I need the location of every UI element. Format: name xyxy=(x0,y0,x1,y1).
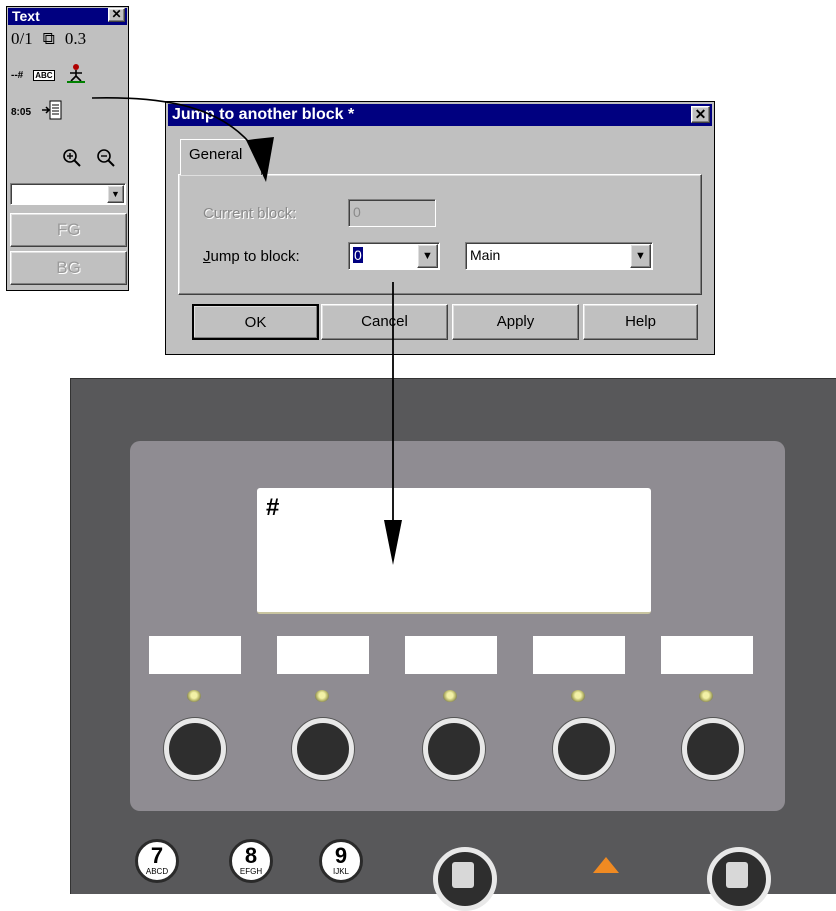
operator-panel-device: # 7 ABCD 8 EFGH 9 IJKL xyxy=(70,378,836,911)
key-8[interactable]: 8 EFGH xyxy=(229,839,273,883)
block-name-combo[interactable]: Main ▼ xyxy=(465,242,653,270)
fg-color-button[interactable]: FG xyxy=(10,213,127,247)
key-9-digit: 9 xyxy=(334,843,348,868)
jump-block-tool-icon[interactable] xyxy=(41,99,63,126)
softkey-label-2 xyxy=(277,636,369,674)
dropdown-arrow-icon[interactable]: ▼ xyxy=(107,185,124,203)
current-block-value: 0 xyxy=(353,204,361,220)
alarm-key[interactable] xyxy=(433,847,497,911)
dropdown-arrow-icon[interactable]: ▼ xyxy=(417,244,438,268)
numeric-field-tool-icon[interactable]: --# xyxy=(11,70,23,81)
key-9[interactable]: 9 IJKL xyxy=(319,839,363,883)
ok-button[interactable]: OK xyxy=(192,304,319,340)
abc-text-tool-icon[interactable]: ABC xyxy=(33,70,55,81)
softkey-4[interactable] xyxy=(553,718,615,780)
dropdown-arrow-icon[interactable]: ▼ xyxy=(630,244,651,268)
jump-to-block-value: 0 xyxy=(353,247,363,263)
key-7-digit: 7 xyxy=(150,843,164,868)
key-8-digit: 8 xyxy=(244,843,258,868)
tab-general-label: General xyxy=(189,146,243,163)
toolbox-title: Text xyxy=(12,8,40,24)
softkey-label-1 xyxy=(149,636,241,674)
device-faceplate: # xyxy=(130,441,785,811)
tab-general[interactable]: General xyxy=(180,139,262,175)
fraction-tool-icon[interactable]: 0/1 xyxy=(11,29,33,49)
close-icon: ✕ xyxy=(694,106,707,122)
block-name-value: Main xyxy=(470,247,501,263)
key-7[interactable]: 7 ABCD xyxy=(135,839,179,883)
time-tool-icon[interactable]: 8:05 xyxy=(11,107,31,118)
zoom-in-icon[interactable] xyxy=(61,147,83,174)
current-block-field: 0 xyxy=(348,199,436,227)
cancel-button[interactable]: Cancel xyxy=(321,304,448,340)
person-tool-icon[interactable] xyxy=(65,63,87,88)
jump-to-block-label: Jump to block: xyxy=(203,248,300,265)
toolbox-close-button[interactable]: ✕ xyxy=(108,8,125,22)
led-indicator-icon xyxy=(699,690,713,702)
dialog-close-button[interactable]: ✕ xyxy=(691,106,710,123)
softkey-1[interactable] xyxy=(164,718,226,780)
copy-key[interactable] xyxy=(707,847,771,911)
led-indicator-icon xyxy=(187,690,201,702)
led-indicator-icon xyxy=(315,690,329,702)
softkey-3[interactable] xyxy=(423,718,485,780)
current-block-label: Current block: xyxy=(203,205,297,222)
alarm-icon xyxy=(452,862,474,888)
softkey-2[interactable] xyxy=(292,718,354,780)
zoom-out-icon[interactable] xyxy=(95,147,117,174)
display-text: # xyxy=(266,494,280,521)
led-indicator-icon xyxy=(571,690,585,702)
copy-tool-icon[interactable]: ⧉ xyxy=(43,29,55,49)
bg-color-button[interactable]: BG xyxy=(10,251,127,285)
softkey-5[interactable] xyxy=(682,718,744,780)
dialog-title: Jump to another block * xyxy=(172,106,355,123)
warning-triangle-icon xyxy=(593,857,619,873)
key-9-letters: IJKL xyxy=(332,867,349,876)
key-7-letters: ABCD xyxy=(145,867,169,876)
decimal-tool-icon[interactable]: 0.3 xyxy=(65,29,86,49)
jump-to-block-combo[interactable]: 0 ▼ xyxy=(348,242,440,270)
softkey-label-3 xyxy=(405,636,497,674)
close-icon: ✕ xyxy=(111,7,122,21)
copy-pages-icon xyxy=(726,862,748,888)
font-combo[interactable]: ▼ xyxy=(10,183,126,205)
jump-block-dialog: Jump to another block * ✕ General Curren… xyxy=(165,101,715,355)
device-display: # xyxy=(257,488,651,614)
apply-button[interactable]: Apply xyxy=(452,304,579,340)
text-toolbox: Text ✕ 0/1 ⧉ 0.3 --# ABC 8:05 ▼ FG BG xyxy=(6,6,129,291)
softkey-label-5 xyxy=(661,636,753,674)
led-indicator-icon xyxy=(443,690,457,702)
dialog-titlebar[interactable]: Jump to another block * xyxy=(168,104,712,126)
softkey-label-4 xyxy=(533,636,625,674)
key-8-letters: EFGH xyxy=(239,867,263,876)
general-tab-panel: Current block: 0 Jump to block: 0 ▼ Main… xyxy=(178,174,702,295)
help-button[interactable]: Help xyxy=(583,304,698,340)
